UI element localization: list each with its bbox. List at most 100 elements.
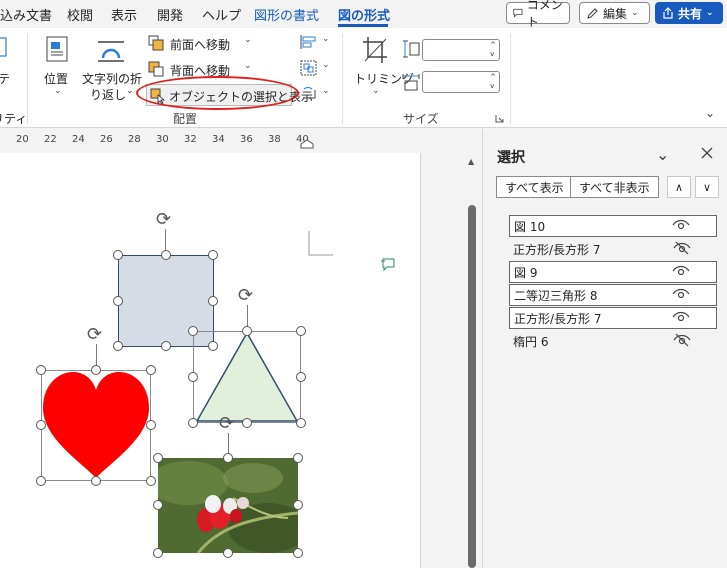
crop-icon <box>363 37 387 63</box>
hide-all-button[interactable]: すべて非表示 <box>570 176 659 198</box>
wrap-text-icon <box>98 41 124 62</box>
bring-forward-arrow-button[interactable]: ∧ <box>667 176 691 198</box>
resize-handle[interactable] <box>242 418 252 428</box>
eye-hidden-icon[interactable] <box>673 333 691 350</box>
tab-shape-format[interactable]: 図形の書式 <box>254 5 319 24</box>
eye-icon[interactable] <box>672 288 690 303</box>
wrap-text-button[interactable]: 文字列の折 り返し ⌄ <box>80 34 144 104</box>
resize-handle[interactable] <box>188 326 198 336</box>
tab-view[interactable]: 表示 <box>111 5 137 24</box>
selection-pane-item[interactable]: 図 9 <box>509 261 717 283</box>
selection-pane-item[interactable]: 正方形/長方形 7 <box>509 238 717 260</box>
resize-handle[interactable] <box>161 341 171 351</box>
eye-icon[interactable] <box>672 311 690 326</box>
selection-pane-item[interactable]: 図 10 <box>509 215 717 237</box>
tab-mailings[interactable]: 込み文書 <box>0 5 52 24</box>
resize-handle[interactable] <box>36 365 46 375</box>
tab-review[interactable]: 校閲 <box>67 5 93 24</box>
editing-label: 編集 <box>603 6 628 21</box>
bring-forward-label: 前面へ移動 <box>170 38 231 52</box>
rotate-handle-icon[interactable]: ⟳ <box>238 287 253 305</box>
resize-handle[interactable] <box>146 420 156 430</box>
close-icon[interactable] <box>701 147 713 159</box>
resize-handle[interactable] <box>188 418 198 428</box>
rotate-handle-icon[interactable]: ⟳ <box>219 415 234 433</box>
triangle-shape[interactable] <box>193 331 301 423</box>
selection-pane-item-name: 図 9 <box>514 265 538 280</box>
position-button[interactable]: 位置 ⌄ <box>40 34 76 104</box>
group-button[interactable]: ⌄ <box>300 60 332 78</box>
spin-arrows-icon[interactable]: ^ v <box>490 73 496 91</box>
ruler-tick: 36 <box>240 134 253 145</box>
resize-handle[interactable] <box>153 500 163 510</box>
eye-icon[interactable] <box>672 219 690 234</box>
pane-options-chevron-icon[interactable]: ⌄ <box>656 145 669 164</box>
resize-handle[interactable] <box>36 420 46 430</box>
resize-handle[interactable] <box>153 453 163 463</box>
resize-handle[interactable] <box>161 250 171 260</box>
rotate-handle-icon[interactable]: ⟳ <box>87 326 102 344</box>
share-button[interactable]: 共有 ⌄ <box>655 2 723 24</box>
resize-handle[interactable] <box>296 372 306 382</box>
resize-handle[interactable] <box>293 453 303 463</box>
send-backward-arrow-button[interactable]: ∨ <box>695 176 719 198</box>
show-all-button[interactable]: すべて表示 <box>496 176 573 198</box>
document-area: ⟳ ⟳ ⟳ ⟳ ▲ <box>0 153 482 568</box>
selection-pane-item[interactable]: 正方形/長方形 7 <box>509 307 717 329</box>
scroll-up-icon[interactable]: ▲ <box>468 157 474 166</box>
spin-arrows-icon[interactable]: ^ v <box>490 41 496 59</box>
resize-handle[interactable] <box>113 250 123 260</box>
vertical-scrollbar-thumb[interactable] <box>468 205 476 568</box>
chevron-down-icon: ⌄ <box>322 60 330 70</box>
resize-handle[interactable] <box>91 365 101 375</box>
rotate-button[interactable]: ⌄ <box>300 86 332 104</box>
tab-picture-format[interactable]: 図の形式 <box>338 5 390 24</box>
margin-corner-mark <box>308 231 333 256</box>
bring-forward-button[interactable]: 前面へ移動 ⌄ <box>148 33 256 53</box>
selection-pane-item[interactable]: 楕円 6 <box>509 330 717 352</box>
resize-handle[interactable] <box>242 326 252 336</box>
crop-button[interactable]: トリミング ⌄ <box>352 34 414 106</box>
resize-handle[interactable] <box>36 476 46 486</box>
resize-handle[interactable] <box>208 296 218 306</box>
resize-handle[interactable] <box>91 476 101 486</box>
align-button[interactable]: ⌄ <box>300 34 332 52</box>
flower-photo[interactable] <box>158 458 298 553</box>
editing-mode-button[interactable]: 編集 ⌄ <box>579 2 650 24</box>
resize-handle[interactable] <box>146 365 156 375</box>
resize-handle[interactable] <box>293 548 303 558</box>
resize-handle[interactable] <box>293 500 303 510</box>
rotate-handle-icon[interactable]: ⟳ <box>156 211 171 229</box>
arrange-group-label: 配置 <box>173 112 198 126</box>
eye-icon[interactable] <box>672 265 690 280</box>
width-input[interactable]: ^ v <box>422 71 500 93</box>
resize-handle[interactable] <box>223 453 233 463</box>
chevron-down-icon: ∨ <box>702 180 712 194</box>
chevron-up-icon: ∧ <box>674 180 684 194</box>
eye-hidden-icon[interactable] <box>673 241 691 258</box>
dialog-launcher-icon[interactable] <box>495 114 504 123</box>
heart-shape[interactable] <box>41 370 151 481</box>
tab-help[interactable]: ヘルプ <box>202 5 241 24</box>
resize-handle[interactable] <box>113 341 123 351</box>
resize-handle[interactable] <box>153 548 163 558</box>
comments-button[interactable]: コメント <box>506 0 570 29</box>
selection-pane-item-name: 楕円 6 <box>513 334 549 349</box>
tab-developer[interactable]: 開発 <box>157 5 183 24</box>
new-comment-icon[interactable] <box>380 256 396 272</box>
resize-handle[interactable] <box>296 418 306 428</box>
right-indent-marker-icon[interactable] <box>300 139 314 149</box>
alt-text-label[interactable]: テ <box>0 70 10 87</box>
selection-pane-item[interactable]: 二等辺三角形 8 <box>509 284 717 306</box>
pencil-icon <box>587 7 598 19</box>
document-page[interactable]: ⟳ ⟳ ⟳ ⟳ <box>0 153 421 568</box>
resize-handle[interactable] <box>296 326 306 336</box>
accessibility-group-label: リティ <box>0 112 28 126</box>
resize-handle[interactable] <box>146 476 156 486</box>
resize-handle[interactable] <box>208 250 218 260</box>
resize-handle[interactable] <box>113 296 123 306</box>
height-input[interactable]: ^ v <box>422 39 500 61</box>
resize-handle[interactable] <box>188 372 198 382</box>
collapse-ribbon-icon[interactable]: ⌄ <box>705 106 715 120</box>
resize-handle[interactable] <box>223 548 233 558</box>
